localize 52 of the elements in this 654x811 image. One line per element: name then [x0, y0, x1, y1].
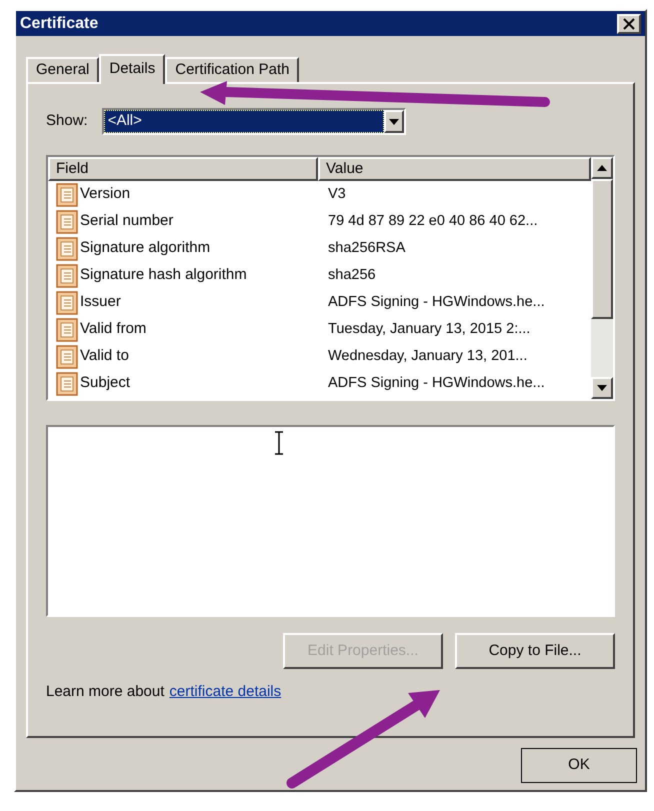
certificate-field-icon — [56, 236, 78, 260]
field-value: Tuesday, January 13, 2015 2:... — [327, 320, 532, 339]
column-header[interactable]: Value — [318, 157, 591, 181]
dropdown-arrow-icon — [388, 118, 399, 124]
tab[interactable]: Certification Path — [165, 57, 300, 82]
close-button[interactable] — [617, 14, 641, 34]
field-name: Signature hash algorithm — [80, 265, 247, 286]
field-value: ADFS Signing - HGWindows.he... — [327, 374, 546, 393]
tab[interactable]: General — [26, 57, 100, 82]
scroll-down-icon — [597, 385, 607, 391]
certificate-field-icon — [56, 182, 78, 206]
list-row[interactable]: Signature hash algorithm sha256 — [48, 262, 591, 289]
field-name: Valid to — [80, 346, 129, 366]
scroll-thumb[interactable] — [591, 179, 613, 319]
field-name: Serial number — [80, 211, 174, 232]
list-row[interactable]: Signature algorithm sha256RSA — [48, 235, 591, 262]
action-button[interactable]: Copy to File... — [455, 633, 615, 669]
close-icon — [623, 18, 635, 30]
field-name: Subject — [80, 373, 130, 394]
ok-button[interactable]: OK — [521, 748, 637, 783]
list-row[interactable]: Valid from Tuesday, January 13, 2015 2:... — [48, 316, 591, 343]
field-value: sha256RSA — [327, 238, 406, 258]
certificate-field-icon — [56, 318, 78, 342]
scroll-up-icon — [597, 165, 607, 171]
tab[interactable]: Details — [99, 54, 166, 84]
field-value: 79 4d 87 89 22 e0 40 86 40 62... — [327, 212, 539, 231]
field-name: Valid from — [80, 319, 146, 340]
list-row[interactable]: Issuer ADFS Signing - HGWindows.he... — [48, 289, 591, 316]
certificate-field-icon — [56, 290, 78, 314]
certificate-field-icon — [56, 344, 78, 368]
field-name: Issuer — [80, 292, 121, 312]
certificate-details-link[interactable]: certificate details — [169, 681, 282, 704]
show-dropdown[interactable]: <All> — [102, 108, 406, 135]
certificate-field-icon — [56, 210, 78, 234]
field-name: Version — [80, 184, 130, 204]
scrollbar[interactable] — [591, 157, 613, 399]
show-label: Show: — [46, 111, 88, 132]
list-row[interactable]: Subject ADFS Signing - HGWindows.he... — [48, 370, 591, 397]
window-title: Certificate — [20, 14, 98, 34]
list-row[interactable]: Valid to Wednesday, January 13, 201... — [48, 343, 591, 370]
list-row[interactable]: Version V3 — [48, 181, 591, 208]
field-value: Wednesday, January 13, 201... — [327, 346, 528, 366]
field-value: V3 — [327, 184, 347, 204]
field-value: sha256 — [327, 266, 377, 285]
text-cursor-icon — [274, 431, 284, 455]
certificate-field-icon — [56, 372, 78, 396]
field-value: ADFS Signing - HGWindows.he... — [327, 292, 546, 312]
column-header[interactable]: Field — [48, 157, 318, 181]
field-name: Signature algorithm — [80, 238, 210, 258]
certificate-field-icon — [56, 264, 78, 288]
learn-more-text: Learn more about — [46, 682, 164, 702]
list-row[interactable]: Serial number 79 4d 87 89 22 e0 40 86 40 62... — [48, 208, 591, 235]
